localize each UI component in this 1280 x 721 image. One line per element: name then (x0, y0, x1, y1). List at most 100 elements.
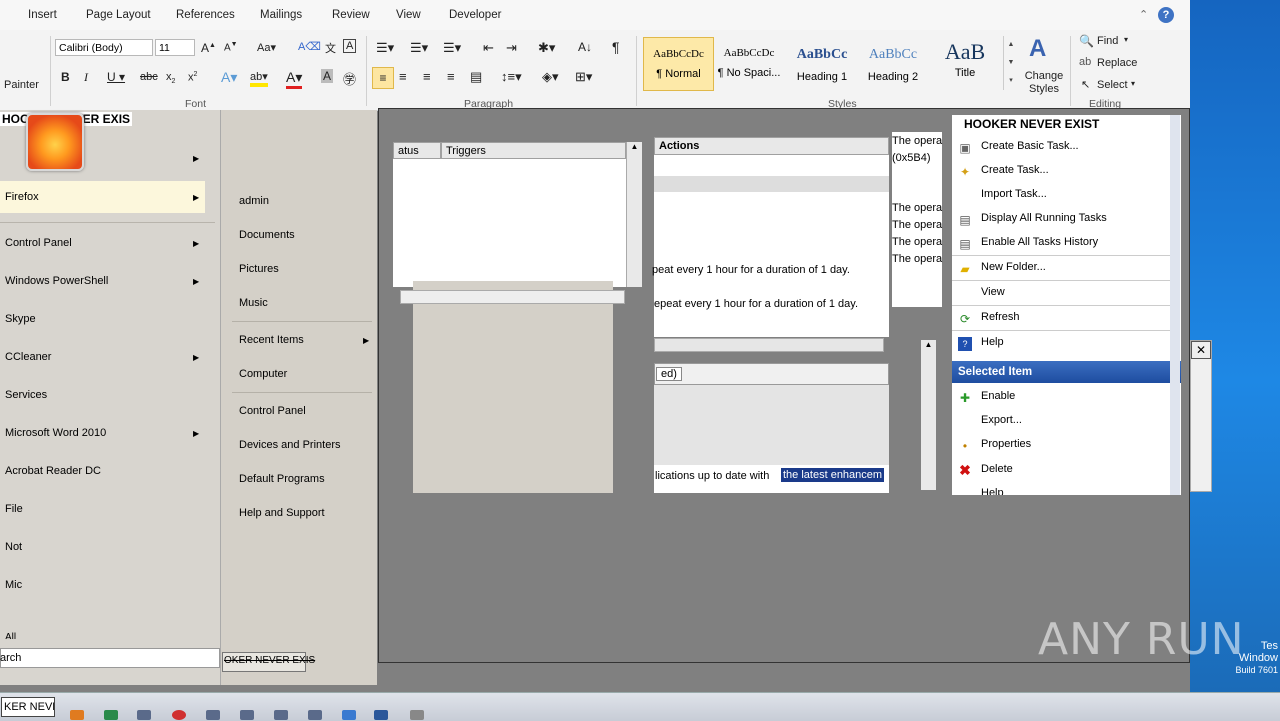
font-name-select[interactable]: Calibri (Body) (55, 39, 153, 56)
task-list[interactable] (393, 142, 641, 287)
tab-page-layout[interactable]: Page Layout (86, 9, 151, 21)
column-triggers[interactable]: Triggers (441, 142, 626, 159)
bold-button[interactable]: B (61, 70, 70, 84)
action-create-basic-task[interactable]: Create Basic Task... (981, 140, 1079, 152)
start-right-recent-items[interactable]: Recent Items (239, 334, 304, 346)
start-right-default-programs[interactable]: Default Programs (239, 473, 325, 485)
find-dropdown-icon[interactable]: ▾ (1124, 35, 1128, 44)
start-item-acrobat[interactable]: Acrobat Reader DC (5, 465, 101, 477)
bullets-icon[interactable]: ☰▾ (376, 40, 394, 56)
style-heading-1[interactable]: AaBbCc Heading 1 (787, 37, 857, 89)
start-item-control-panel[interactable]: Control Panel (5, 237, 72, 249)
strikethrough-button[interactable]: abc (140, 71, 158, 83)
asian-layout-icon[interactable]: ✱▾ (538, 40, 555, 56)
start-item-not[interactable]: Not (5, 541, 22, 553)
action-refresh[interactable]: Refresh (981, 311, 1020, 323)
shrink-font-icon[interactable]: A▼ (224, 41, 238, 53)
character-border-icon[interactable]: A (343, 39, 357, 53)
distributed-button[interactable]: ▤ (470, 69, 482, 85)
start-search-box[interactable] (0, 648, 220, 668)
detail-tab[interactable]: ed) (656, 367, 682, 381)
start-right-help-support[interactable]: Help and Support (239, 507, 325, 519)
close-icon[interactable]: ✕ (1191, 341, 1211, 359)
select-button[interactable]: Select (1097, 79, 1128, 91)
tab-references[interactable]: References (176, 9, 235, 21)
format-painter-button[interactable]: Painter (4, 79, 39, 91)
font-size-select[interactable]: 11 (155, 39, 195, 56)
help-icon[interactable]: ? (1158, 7, 1174, 23)
history-scrollbar[interactable]: ▲ (921, 340, 936, 490)
show-formatting-icon[interactable]: ¶ (612, 39, 620, 55)
taskbar-chrome-icon[interactable] (172, 710, 186, 720)
action-export[interactable]: Export... (981, 414, 1022, 426)
start-right-documents[interactable]: Documents (239, 229, 295, 241)
tab-developer[interactable]: Developer (449, 9, 501, 21)
increase-indent-icon[interactable]: ⇥ (506, 40, 517, 56)
action-create-task[interactable]: Create Task... (981, 164, 1049, 176)
minimize-ribbon-icon[interactable]: ⌃ (1139, 8, 1148, 21)
taskbar-explorer-icon[interactable] (70, 710, 84, 720)
style-title[interactable]: AaB Title (930, 37, 1000, 89)
action-new-folder[interactable]: New Folder... (981, 261, 1046, 273)
action-properties[interactable]: Properties (981, 438, 1031, 450)
action-display-running-tasks[interactable]: Display All Running Tasks (981, 212, 1107, 224)
action-delete[interactable]: Delete (981, 463, 1013, 475)
action-import-task[interactable]: Import Task... (981, 188, 1047, 200)
taskbar-window-icon-5[interactable] (342, 710, 356, 720)
find-button[interactable]: Find (1097, 35, 1118, 47)
detail-hscroll[interactable] (654, 338, 884, 352)
clear-formatting-icon[interactable]: A⌫ (298, 40, 321, 53)
enclose-characters-icon[interactable]: ㊫ (343, 69, 356, 88)
grow-font-icon[interactable]: A▲ (201, 41, 216, 55)
tab-insert[interactable]: Insert (28, 9, 57, 21)
task-row-selected[interactable] (654, 176, 889, 192)
start-item-services[interactable]: Services (5, 389, 47, 401)
action-view[interactable]: View (981, 286, 1005, 298)
selected-item-header[interactable]: Selected Item (952, 361, 1181, 383)
text-effects-icon[interactable]: A▾ (221, 69, 237, 86)
start-right-computer[interactable]: Computer (239, 368, 287, 380)
borders-icon[interactable]: ⊞▾ (575, 69, 592, 85)
replace-button[interactable]: Replace (1097, 57, 1137, 69)
start-right-control-panel[interactable]: Control Panel (239, 405, 306, 417)
phonetic-guide-icon[interactable]: 文 (325, 40, 336, 56)
start-right-admin[interactable]: admin (239, 195, 269, 207)
start-button[interactable]: KER NEVE (1, 697, 55, 717)
start-item-ccleaner[interactable]: CCleaner (5, 351, 51, 363)
column-actions[interactable]: Actions (654, 137, 889, 155)
taskbar-word-icon[interactable] (374, 710, 388, 720)
character-shading-icon[interactable]: A (321, 69, 334, 83)
action-enable-tasks-history[interactable]: Enable All Tasks History (981, 236, 1098, 248)
style-heading-2[interactable]: AaBbCc Heading 2 (858, 37, 928, 89)
start-item-firefox[interactable]: Firefox (5, 191, 39, 203)
taskbar-media-icon[interactable] (104, 710, 118, 720)
user-avatar[interactable] (26, 113, 84, 171)
highlight-color-icon[interactable]: ab▾ (250, 70, 268, 87)
start-item-mic[interactable]: Mic (5, 579, 22, 591)
taskbar-window-icon-1[interactable] (206, 710, 220, 720)
multilevel-list-icon[interactable]: ☰▾ (443, 40, 461, 56)
align-right-button[interactable]: ≡ (423, 69, 431, 84)
justify-button[interactable]: ≡ (447, 69, 455, 84)
taskbar-window-icon-2[interactable] (240, 710, 254, 720)
decrease-indent-icon[interactable]: ⇤ (483, 40, 494, 56)
change-case-icon[interactable]: Aa▾ (257, 41, 276, 54)
column-status[interactable]: atus (393, 142, 441, 159)
change-styles-icon[interactable]: A (1029, 35, 1046, 63)
italic-button[interactable]: I (84, 70, 88, 85)
start-right-devices-printers[interactable]: Devices and Printers (239, 439, 341, 451)
action-help-selected[interactable]: Help (981, 487, 1004, 495)
start-right-pictures[interactable]: Pictures (239, 263, 279, 275)
start-item-powershell[interactable]: Windows PowerShell (5, 275, 108, 287)
start-item-word[interactable]: Microsoft Word 2010 (5, 427, 106, 439)
taskbar-scheduler-icon[interactable] (410, 710, 424, 720)
tab-review[interactable]: Review (332, 9, 370, 21)
style-no-spacing[interactable]: AaBbCcDc ¶ No Spaci... (714, 37, 784, 89)
style-normal[interactable]: AaBbCcDc ¶ Normal (643, 37, 714, 91)
change-styles-button[interactable]: Change Styles (1023, 70, 1065, 96)
line-spacing-icon[interactable]: ↕≡▾ (501, 69, 522, 85)
taskbar-window-icon-4[interactable] (308, 710, 322, 720)
numbering-icon[interactable]: ☰▾ (410, 40, 428, 56)
task-list-hscroll[interactable] (400, 290, 625, 304)
action-help[interactable]: Help (981, 336, 1004, 348)
